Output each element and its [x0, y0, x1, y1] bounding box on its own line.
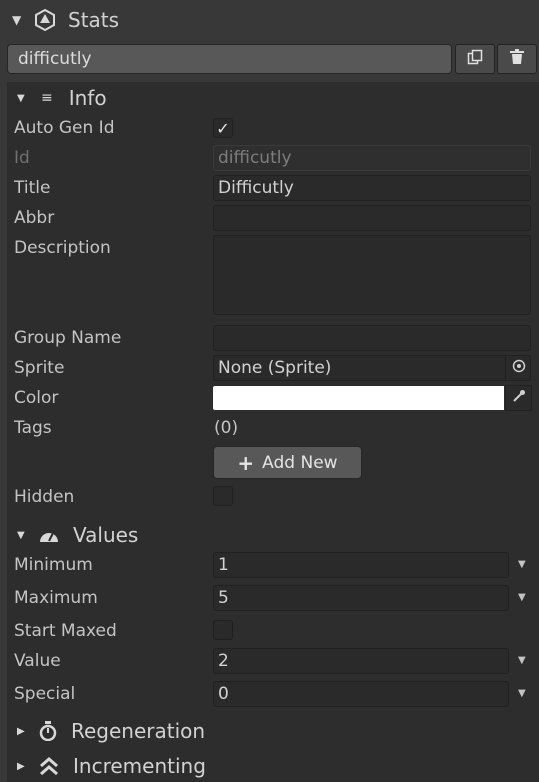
value-label: Value [14, 651, 61, 671]
expand-triangle-icon[interactable]: ▶ [17, 761, 31, 772]
gauge-icon [39, 527, 59, 543]
target-icon [512, 358, 526, 378]
hidden-checkbox[interactable] [213, 486, 233, 506]
expand-triangle-icon[interactable]: ▶ [17, 726, 31, 737]
special-field[interactable]: 0 [213, 681, 509, 707]
id-field: difficutly [213, 145, 531, 171]
list-icon: ≡ [41, 90, 53, 106]
abbr-field[interactable] [213, 205, 531, 231]
color-swatch[interactable] [213, 386, 504, 410]
group-name-label: Group Name [14, 328, 122, 348]
value-field[interactable]: 2 [213, 648, 509, 674]
collapse-triangle-icon[interactable]: ▼ [12, 13, 26, 27]
double-chevron-up-icon [39, 756, 59, 776]
description-label: Description [14, 238, 111, 258]
tags-count: (0) [214, 418, 239, 438]
values-section-header[interactable]: ▼ Values [17, 521, 138, 549]
delete-button[interactable] [497, 44, 537, 74]
start-maxed-checkbox[interactable] [213, 620, 233, 640]
regeneration-title: Regeneration [71, 719, 206, 743]
stat-selector-value: difficutly [18, 49, 92, 69]
values-title: Values [73, 523, 139, 547]
auto-gen-id-label: Auto Gen Id [14, 118, 115, 138]
minimum-field[interactable]: 1 [213, 552, 509, 578]
start-maxed-label: Start Maxed [14, 621, 117, 641]
auto-gen-id-checkbox[interactable]: ✓ [213, 118, 233, 138]
group-name-field[interactable] [213, 325, 531, 351]
maximum-label: Maximum [14, 588, 98, 608]
maximum-field[interactable]: 5 [213, 585, 509, 611]
tags-label: Tags [14, 418, 52, 438]
color-label: Color [14, 388, 59, 408]
special-label: Special [14, 684, 76, 704]
plus-icon: + [237, 450, 255, 475]
add-new-label: Add New [262, 452, 338, 473]
stopwatch-icon [39, 721, 57, 742]
add-new-button[interactable]: + Add New [213, 446, 362, 479]
special-dropdown-arrow-icon[interactable]: ▼ [518, 688, 526, 699]
hidden-label: Hidden [14, 487, 75, 507]
abbr-label: Abbr [14, 208, 55, 228]
collapse-triangle-icon[interactable]: ▼ [17, 93, 31, 104]
sprite-value: None (Sprite) [218, 358, 332, 378]
info-section-header[interactable]: ▼ ≡ Info [17, 85, 107, 111]
title-label: Title [14, 178, 51, 198]
info-title: Info [68, 86, 107, 110]
minimum-label: Minimum [14, 555, 93, 575]
title-field[interactable]: Difficutly [213, 175, 531, 201]
trash-icon [510, 48, 524, 70]
eyedropper-icon [512, 388, 526, 408]
value-dropdown-arrow-icon[interactable]: ▼ [518, 655, 526, 666]
stats-header[interactable]: ▼ Stats [12, 6, 119, 34]
stats-title: Stats [68, 8, 120, 32]
incrementing-section-header[interactable]: ▶ Incrementing [17, 752, 206, 780]
copy-icon [467, 49, 483, 70]
stat-selector[interactable]: difficutly [7, 44, 452, 74]
object-picker-button[interactable] [505, 356, 531, 380]
checkmark-icon: ✓ [216, 118, 230, 138]
d20-dice-icon [34, 8, 56, 32]
sprite-label: Sprite [14, 358, 65, 378]
id-label: Id [14, 148, 30, 168]
incrementing-title: Incrementing [73, 754, 206, 778]
sprite-field[interactable]: None (Sprite) [213, 355, 531, 381]
eyedropper-button[interactable] [505, 385, 532, 411]
collapse-triangle-icon[interactable]: ▼ [17, 530, 31, 541]
minimum-dropdown-arrow-icon[interactable]: ▼ [518, 559, 526, 570]
description-field[interactable] [213, 235, 531, 315]
duplicate-button[interactable] [455, 44, 495, 74]
maximum-dropdown-arrow-icon[interactable]: ▼ [518, 592, 526, 603]
regeneration-section-header[interactable]: ▶ Regeneration [17, 717, 205, 745]
